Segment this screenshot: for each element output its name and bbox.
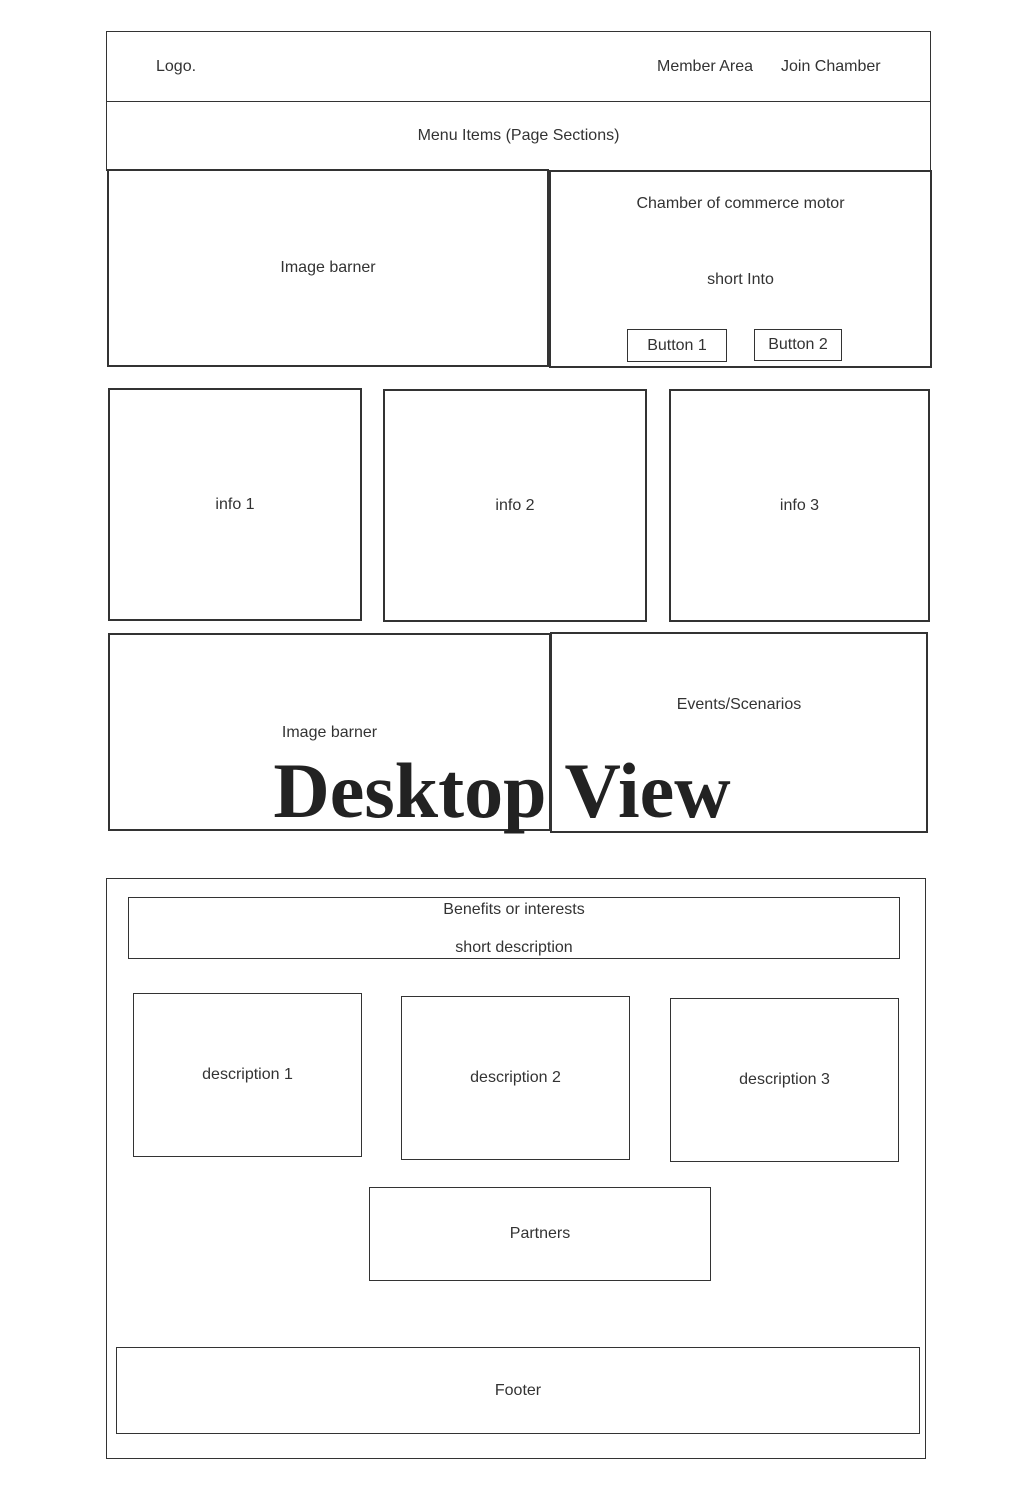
events-label: Events/Scenarios xyxy=(676,696,802,713)
events-image-label: Image barner xyxy=(281,724,378,741)
button-2[interactable]: Button 2 xyxy=(754,329,842,361)
menu-label: Menu Items (Page Sections) xyxy=(417,127,620,144)
info-label: info 3 xyxy=(779,496,820,514)
button-1[interactable]: Button 1 xyxy=(627,329,727,362)
partners-label: Partners xyxy=(509,1225,571,1242)
description-box-1: description 1 xyxy=(133,993,362,1157)
logo[interactable]: Logo. xyxy=(156,58,196,76)
benefits-description: short description xyxy=(455,939,573,956)
hero-image-label: Image barner xyxy=(280,259,376,276)
partners-box: Partners xyxy=(369,1187,711,1281)
description-label: description 3 xyxy=(739,1071,830,1088)
description-label: description 2 xyxy=(470,1069,561,1086)
info-box-1: info 1 xyxy=(108,388,362,621)
description-label: description 1 xyxy=(202,1066,293,1083)
footer-box: Footer xyxy=(116,1347,920,1434)
hero-intro: short Into xyxy=(707,271,774,288)
info-box-2: info 2 xyxy=(383,389,647,622)
description-box-2: description 2 xyxy=(401,996,630,1160)
description-box-3: description 3 xyxy=(670,998,899,1162)
info-label: info 1 xyxy=(215,495,255,513)
menu-bar[interactable]: Menu Items (Page Sections) xyxy=(106,101,931,171)
info-box-3: info 3 xyxy=(669,389,930,622)
hero-title: Chamber of commerce motor xyxy=(636,195,845,212)
join-chamber-link[interactable]: Join Chamber xyxy=(781,58,881,76)
desktop-view-title: Desktop View xyxy=(273,747,731,834)
member-area-link[interactable]: Member Area xyxy=(657,58,753,76)
hero-image-banner: Image barner xyxy=(107,169,549,367)
footer-label: Footer xyxy=(494,1381,542,1399)
benefits-title: Benefits or interests xyxy=(443,901,585,918)
info-label: info 2 xyxy=(495,496,535,514)
